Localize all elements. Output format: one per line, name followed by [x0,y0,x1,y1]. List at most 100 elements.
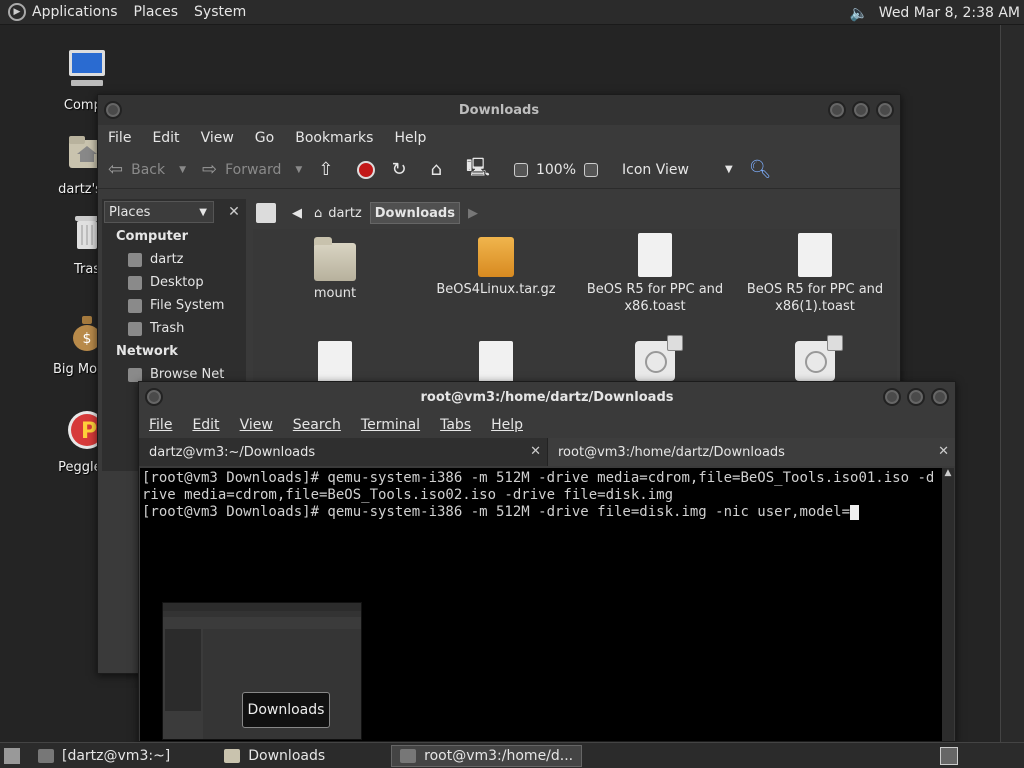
folder-icon [224,748,241,763]
reload-icon: ↻ [391,159,407,180]
close-icon[interactable]: ✕ [224,202,244,222]
show-desktop-icon[interactable] [4,747,20,764]
path-item-downloads[interactable]: Downloads [369,202,460,224]
close-icon[interactable]: ✕ [938,444,949,459]
minimize-button[interactable] [883,388,901,406]
window-menu-button[interactable] [104,101,122,119]
path-left-arrow[interactable]: ◀ [288,202,306,224]
menu-view[interactable]: View [240,417,273,433]
zoom-in-icon[interactable] [584,162,599,177]
menu-file[interactable]: File [108,130,131,146]
sidebar-item-file-system[interactable]: File System [102,294,246,317]
document-icon [479,341,513,385]
lock-icon [667,335,683,351]
window-menu-button[interactable] [145,388,163,406]
edit-location-icon[interactable] [256,203,276,223]
sidebar-item-label: Trash [150,321,185,336]
text-cursor [850,505,860,520]
path-right-arrow[interactable]: ▶ [464,202,482,224]
sidebar-item-label: dartz [150,252,184,267]
path-item-dartz[interactable]: ⌂ dartz [310,202,366,224]
terminal-line: [root@vm3 Downloads]# qemu-system-i386 -… [142,504,851,520]
file-item[interactable]: BeOS4Linux.tar.gz [416,237,576,298]
maximize-button[interactable] [907,388,925,406]
file-item[interactable]: BeOS R5 for PPC and x86.toast [575,233,735,315]
menu-terminal[interactable]: Terminal [361,417,420,433]
back-arrow-icon: ⇦ [108,159,124,180]
menu-help[interactable]: Help [394,130,426,146]
file-item[interactable] [735,335,895,385]
computer-button[interactable]: 🖳 [466,155,498,185]
taskbar-item-root-terminal[interactable]: root@vm3:/home/d... [391,744,583,767]
menu-edit[interactable]: Edit [192,417,219,433]
svg-text:P: P [81,419,97,444]
taskbar-item-dartz[interactable]: [dartz@vm3:~] [30,745,178,767]
drive-icon [128,298,142,313]
stop-button[interactable] [357,160,376,179]
clock[interactable]: Wed Mar 8, 2:38 AM [879,5,1020,21]
window-title: root@vm3:/home/dartz/Downloads [420,389,674,405]
window-preview-label: Downloads [242,692,330,728]
computer-icon [69,50,105,86]
sidebar-item-dartz[interactable]: dartz [102,248,246,271]
up-button[interactable]: ⇧ [318,159,341,180]
lock-icon [827,335,843,351]
sidebar-item-trash[interactable]: Trash [102,317,246,340]
disc-image-icon [795,335,843,381]
back-dropdown-icon[interactable]: ▼ [179,165,186,175]
zoom-control[interactable]: 100% [513,162,606,178]
stop-icon [357,160,376,179]
sidebar-type-label: Places [109,204,151,220]
home-button[interactable]: ⌂ [431,159,450,180]
sidebar-type-select[interactable]: Places ▼ [104,201,214,223]
menu-tabs[interactable]: Tabs [440,417,471,433]
volume-icon[interactable]: 🔈 [849,4,869,22]
taskbar-item-downloads[interactable]: Downloads [216,745,333,767]
file-item[interactable]: mount [255,237,415,302]
gnome-foot-icon[interactable]: ▶ [8,3,26,21]
preview-sidebar [165,629,201,711]
menu-edit[interactable]: Edit [152,130,179,146]
back-button[interactable]: ⇦ Back ▼ [108,159,186,180]
reload-button[interactable]: ↻ [391,159,414,180]
menu-go[interactable]: Go [255,130,274,146]
file-item[interactable]: BeOS R5 for PPC and x86(1).toast [735,233,895,315]
menu-search[interactable]: Search [293,417,341,433]
tab-root-downloads[interactable]: root@vm3:/home/dartz/Downloads ✕ [548,438,955,466]
computer-icon: 🖳 [465,156,490,178]
places-menu[interactable]: Places [134,4,179,20]
file-item[interactable] [575,335,735,385]
back-label: Back [131,161,166,178]
close-button[interactable] [931,388,949,406]
view-mode-select[interactable]: Icon View ▼ [622,162,733,178]
terminal-tabs: dartz@vm3:~/Downloads ✕ root@vm3:/home/d… [139,438,955,466]
close-icon[interactable]: ✕ [530,444,541,459]
terminal-titlebar[interactable]: root@vm3:/home/dartz/Downloads [139,382,955,412]
terminal-scrollbar[interactable]: ▲ [942,468,954,741]
search-button[interactable]: 🔍︎ [749,159,780,180]
maximize-button[interactable] [852,101,870,119]
menu-help[interactable]: Help [491,417,523,433]
file-manager-menubar: File Edit View Go Bookmarks Help [98,125,900,151]
file-manager-titlebar[interactable]: Downloads [98,95,900,125]
sidebar-item-desktop[interactable]: Desktop [102,271,246,294]
applications-menu[interactable]: Applications [32,4,118,20]
chevron-down-icon: ▼ [724,164,733,175]
tab-label: root@vm3:/home/dartz/Downloads [558,444,785,460]
search-icon: 🔍︎ [748,159,772,180]
scroll-up-icon[interactable]: ▲ [942,468,954,478]
document-icon [318,341,352,385]
minimize-button[interactable] [828,101,846,119]
sidebar-item-label: File System [150,298,225,313]
menu-bookmarks[interactable]: Bookmarks [295,130,373,146]
terminal-line-current: [root@vm3 Downloads]# qemu-system-i386 -… [142,504,940,521]
workspace-switcher[interactable] [940,747,958,765]
menu-view[interactable]: View [201,130,234,146]
tab-dartz-downloads[interactable]: dartz@vm3:~/Downloads ✕ [139,438,548,466]
zoom-out-icon[interactable] [513,162,528,177]
forward-button[interactable]: ⇨ Forward ▼ [202,159,302,180]
system-menu[interactable]: System [194,4,246,20]
forward-dropdown-icon[interactable]: ▼ [295,165,302,175]
menu-file[interactable]: File [149,417,172,433]
close-button[interactable] [876,101,894,119]
